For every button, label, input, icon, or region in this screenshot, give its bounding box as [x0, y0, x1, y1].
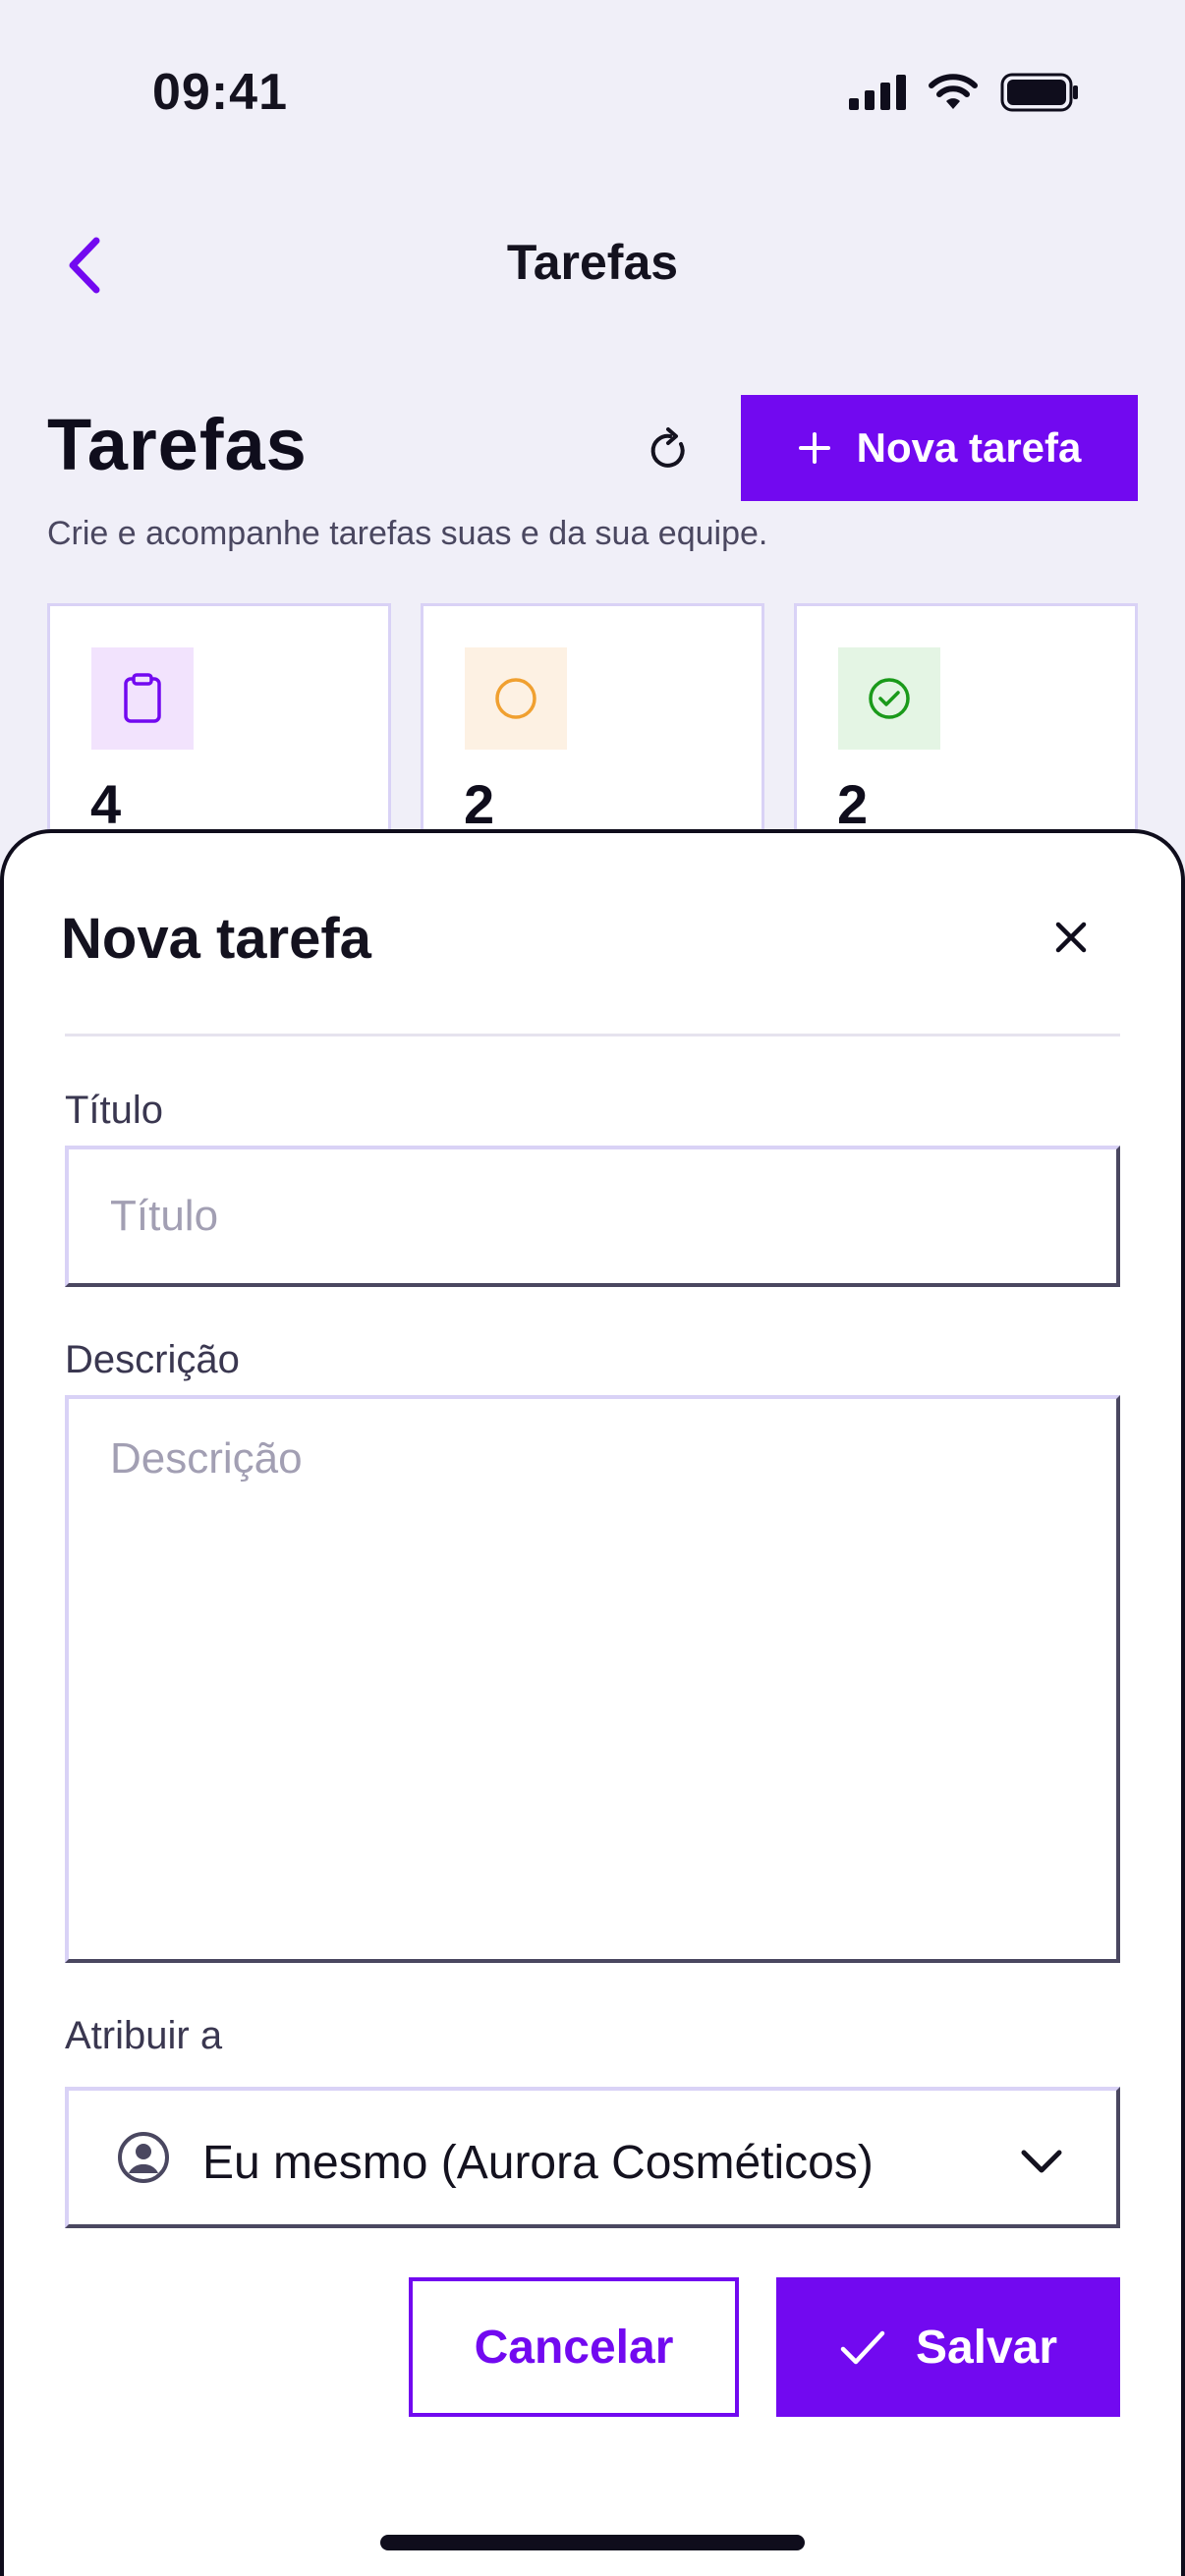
nav-title: Tarefas — [506, 235, 679, 290]
title-field-label: Título — [65, 1089, 164, 1132]
user-circle-icon — [118, 2132, 169, 2183]
chevron-down-icon — [1021, 2150, 1062, 2173]
page-title: Tarefas — [47, 404, 308, 485]
stat-value-done: 2 — [837, 773, 869, 835]
description-field-box — [65, 1395, 1120, 1963]
new-task-button[interactable]: Nova tarefa — [741, 395, 1138, 501]
save-button[interactable]: Salvar — [776, 2277, 1120, 2417]
stat-icon-box — [465, 647, 567, 750]
signal-icon — [849, 75, 906, 110]
close-icon — [1055, 922, 1087, 953]
title-field-box — [65, 1146, 1120, 1287]
home-indicator — [380, 2535, 805, 2550]
check-circle-icon — [869, 678, 910, 719]
assign-field-label: Atribuir a — [65, 2014, 223, 2057]
clipboard-icon — [124, 673, 161, 723]
stat-icon-box — [91, 647, 194, 750]
battery-icon — [1000, 73, 1078, 112]
wifi-icon — [929, 74, 978, 109]
close-button[interactable] — [1042, 908, 1100, 967]
title-input[interactable] — [69, 1149, 1116, 1283]
check-icon — [840, 2330, 885, 2365]
assign-select-value: Eu mesmo (Aurora Cosméticos) — [202, 2137, 874, 2189]
new-task-label: Nova tarefa — [856, 424, 1082, 471]
assign-select[interactable]: Eu mesmo (Aurora Cosméticos) — [65, 2087, 1120, 2228]
status-time: 09:41 — [152, 64, 288, 121]
cancel-label: Cancelar — [474, 2321, 674, 2374]
sheet-divider — [65, 1034, 1120, 1036]
description-field-label: Descrição — [65, 1338, 240, 1381]
refresh-button[interactable] — [637, 413, 700, 487]
status-icons — [849, 73, 1079, 112]
sheet-title: Nova tarefa — [61, 907, 371, 971]
refresh-icon — [650, 427, 685, 468]
description-input[interactable] — [69, 1399, 1116, 1959]
page-subtitle: Crie e acompanhe tarefas suas e da sua e… — [47, 515, 768, 552]
save-label: Salvar — [915, 2321, 1058, 2374]
screen: 09:41 Tarefas Tarefas Nova tarefa Crie e… — [0, 0, 1185, 2576]
plus-icon — [798, 432, 830, 464]
stat-value-pending: 2 — [464, 773, 495, 835]
circle-icon — [495, 678, 536, 719]
stat-value-total: 4 — [90, 773, 122, 835]
stat-icon-box — [838, 647, 940, 750]
cancel-button[interactable]: Cancelar — [409, 2277, 739, 2417]
